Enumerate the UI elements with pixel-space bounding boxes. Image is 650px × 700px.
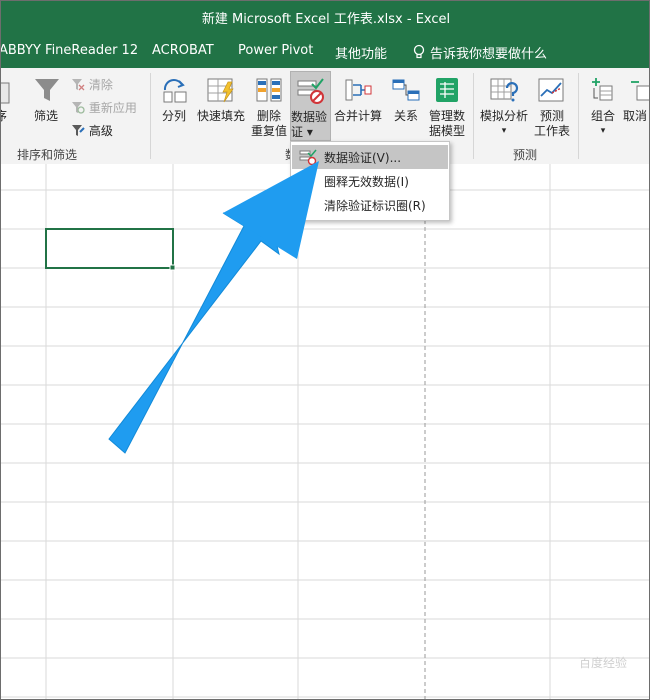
- annotation-arrow: [108, 161, 319, 454]
- excel-window: 新建 Microsoft Excel 工作表.xlsx - Excel ABBY…: [0, 0, 650, 700]
- watermark: 百度经验: [578, 656, 627, 670]
